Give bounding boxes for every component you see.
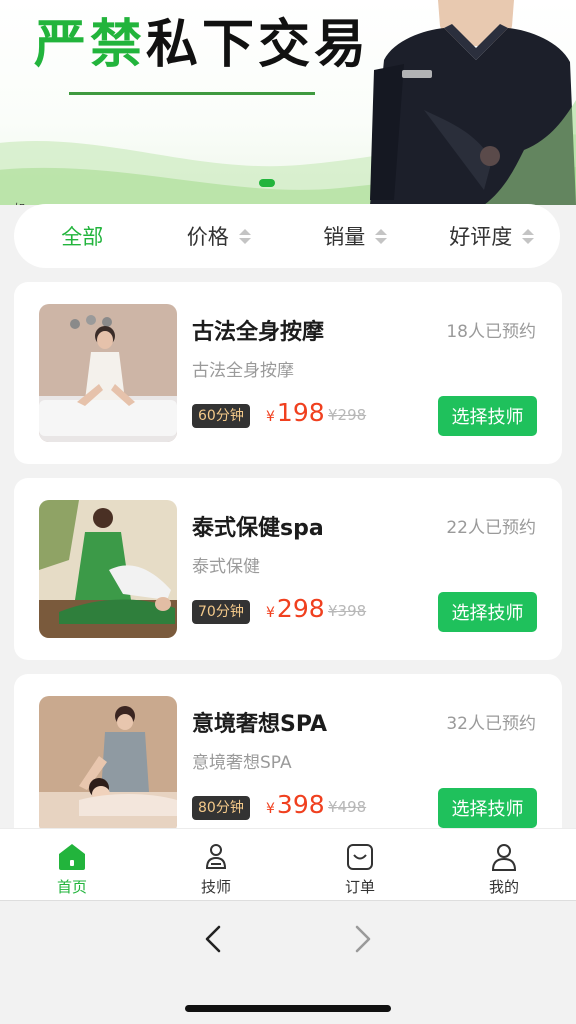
banner-title: 严禁私下交易 bbox=[34, 14, 370, 76]
service-card[interactable]: 意境奢想SPA 32人已预约 意境奢想SPA 80分钟 ¥398 ¥498 选择… bbox=[14, 674, 562, 828]
carousel-indicator[interactable] bbox=[259, 179, 275, 187]
back-arrow-icon[interactable] bbox=[197, 921, 229, 957]
service-card[interactable]: 泰式保健spa 22人已预约 泰式保健 70分钟 ¥298 ¥398 选择技师 bbox=[14, 478, 562, 660]
sort-all[interactable]: 全部 bbox=[14, 221, 151, 251]
original-price: ¥298 bbox=[328, 406, 367, 424]
banner-corner-text: 如 bbox=[14, 200, 25, 205]
sort-arrows-icon bbox=[375, 228, 388, 244]
service-title: 意境奢想SPA bbox=[192, 712, 327, 737]
booked-count: 22人已预约 bbox=[446, 518, 536, 538]
sort-rating-label: 好评度 bbox=[449, 225, 513, 249]
choose-technician-button[interactable]: 选择技师 bbox=[438, 592, 537, 632]
tab-orders-label: 订单 bbox=[344, 878, 375, 896]
original-price: ¥398 bbox=[328, 602, 367, 620]
service-subtitle: 意境奢想SPA bbox=[192, 753, 292, 773]
home-indicator[interactable] bbox=[185, 1005, 391, 1012]
tab-technician[interactable]: 技师 bbox=[144, 829, 288, 900]
currency-symbol: ¥ bbox=[266, 409, 275, 425]
duration-badge: 70分钟 bbox=[192, 600, 250, 624]
order-icon bbox=[347, 844, 373, 870]
service-thumbnail bbox=[39, 500, 177, 638]
choose-technician-button[interactable]: 选择技师 bbox=[438, 396, 537, 436]
banner-model-image bbox=[370, 0, 576, 205]
service-subtitle: 泰式保健 bbox=[192, 557, 260, 577]
tab-home-label: 首页 bbox=[56, 878, 87, 896]
currency-symbol: ¥ bbox=[266, 605, 275, 621]
sort-price[interactable]: 价格 bbox=[151, 221, 288, 251]
sort-price-label: 价格 bbox=[186, 225, 229, 249]
service-thumbnail bbox=[39, 696, 177, 828]
tab-profile-label: 我的 bbox=[488, 878, 519, 896]
price: ¥298 bbox=[266, 594, 325, 623]
sort-sales[interactable]: 销量 bbox=[287, 221, 424, 251]
service-list[interactable]: 古法全身按摩 18人已预约 古法全身按摩 60分钟 ¥198 ¥298 选择技师… bbox=[14, 282, 562, 828]
duration-badge: 80分钟 bbox=[192, 796, 250, 820]
choose-technician-button[interactable]: 选择技师 bbox=[438, 788, 537, 828]
currency-symbol: ¥ bbox=[266, 801, 275, 817]
service-subtitle: 古法全身按摩 bbox=[192, 361, 294, 381]
sort-bar: 全部 价格 销量 好评度 bbox=[14, 204, 560, 268]
price-value: 398 bbox=[276, 790, 325, 819]
sort-sales-label: 销量 bbox=[323, 225, 366, 249]
price-value: 298 bbox=[276, 594, 325, 623]
service-thumbnail bbox=[39, 304, 177, 442]
banner-underline bbox=[69, 92, 315, 95]
price: ¥398 bbox=[266, 790, 325, 819]
service-title: 古法全身按摩 bbox=[192, 320, 325, 345]
home-icon bbox=[59, 844, 85, 870]
banner-title-black: 私下交易 bbox=[146, 15, 371, 75]
profile-icon bbox=[491, 844, 517, 871]
service-title: 泰式保健spa bbox=[192, 516, 324, 541]
tab-orders[interactable]: 订单 bbox=[288, 829, 432, 900]
sort-rating[interactable]: 好评度 bbox=[424, 221, 561, 251]
promo-banner[interactable]: 严禁私下交易 如 bbox=[0, 0, 576, 205]
bottom-tab-bar: 首页 技师 订单 我的 bbox=[0, 828, 576, 900]
booked-count: 32人已预约 bbox=[446, 714, 536, 734]
sort-all-label: 全部 bbox=[61, 225, 104, 249]
technician-icon bbox=[205, 844, 227, 869]
sort-arrows-icon bbox=[522, 228, 535, 244]
banner-title-green: 严禁 bbox=[34, 15, 147, 75]
tab-technician-label: 技师 bbox=[200, 878, 231, 896]
price-value: 198 bbox=[276, 398, 325, 427]
price: ¥198 bbox=[266, 398, 325, 427]
tab-home[interactable]: 首页 bbox=[0, 829, 144, 900]
original-price: ¥498 bbox=[328, 798, 367, 816]
duration-badge: 60分钟 bbox=[192, 404, 250, 428]
tab-profile[interactable]: 我的 bbox=[432, 829, 576, 900]
service-card[interactable]: 古法全身按摩 18人已预约 古法全身按摩 60分钟 ¥198 ¥298 选择技师 bbox=[14, 282, 562, 464]
sort-arrows-icon bbox=[238, 228, 251, 244]
forward-arrow-icon[interactable] bbox=[347, 921, 379, 957]
browser-navigation-bar bbox=[0, 900, 576, 1024]
booked-count: 18人已预约 bbox=[446, 322, 536, 342]
